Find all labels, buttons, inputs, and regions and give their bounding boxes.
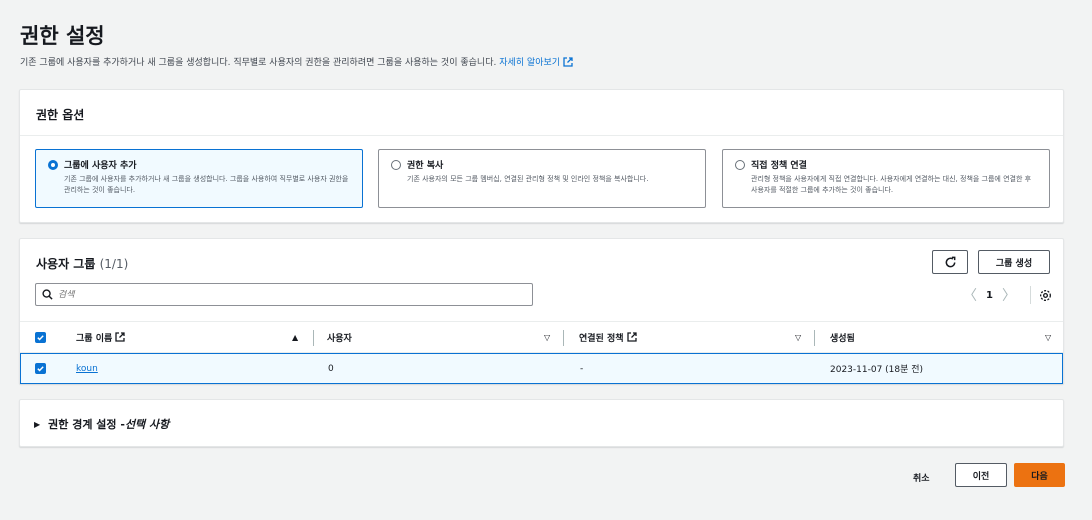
settings-gear-icon[interactable] (1039, 289, 1052, 302)
search-box[interactable] (35, 283, 533, 306)
divider (1029, 286, 1031, 304)
pagination: 〈 1 〉 (957, 285, 1052, 305)
sort-icon[interactable]: ▽ (795, 322, 801, 352)
create-group-button[interactable]: 그룹 생성 (978, 250, 1050, 274)
attached-policies-cell: - (580, 363, 584, 374)
column-created[interactable]: 생성됨 (830, 322, 855, 352)
user-groups-title: 사용자 그룹 (1/1) (36, 255, 128, 272)
caret-right-icon: ▶ (34, 419, 41, 429)
sort-ascending-icon[interactable]: ▲ (292, 322, 298, 352)
option-add-to-group[interactable]: 그룹에 사용자 추가 기존 그룹에 사용자를 추가하거나 새 그룹을 생성합니다… (35, 149, 363, 208)
page-description-text: 기존 그룹에 사용자를 추가하거나 새 그룹을 생성합니다. 직무별로 사용자의… (20, 58, 497, 68)
page-title: 권한 설정 (20, 24, 105, 48)
prev-page-icon[interactable]: 〈 (957, 285, 983, 305)
external-link-icon (563, 57, 573, 67)
search-input[interactable] (58, 289, 518, 300)
boundary-title: 권한 경계 설정 - (48, 418, 125, 431)
group-name-cell: koun (76, 354, 98, 383)
learn-more-label: 자세히 알아보기 (499, 58, 561, 68)
next-button[interactable]: 다음 (1014, 463, 1065, 487)
option-label: 그룹에 사용자 추가 (64, 161, 137, 171)
learn-more-link[interactable]: 자세히 알아보기 (499, 57, 573, 68)
column-divider[interactable] (563, 330, 564, 346)
select-all-checkbox[interactable] (35, 322, 46, 352)
row-checkbox[interactable] (35, 354, 46, 383)
boundary-optional: 선택 사항 (124, 418, 170, 431)
page-description: 기존 그룹에 사용자를 추가하거나 새 그룹을 생성합니다. 직무별로 사용자의… (20, 55, 573, 68)
page-number[interactable]: 1 (983, 290, 996, 301)
next-page-icon[interactable]: 〉 (996, 285, 1022, 305)
page: 권한 설정 기존 그룹에 사용자를 추가하거나 새 그룹을 생성합니다. 직무별… (0, 6, 1082, 520)
radio-selected[interactable] (48, 159, 58, 170)
users-cell: 0 (328, 363, 334, 374)
permissions-boundary-panel[interactable]: ▶ 권한 경계 설정 - 선택 사항 (19, 399, 1064, 447)
user-groups-title-text: 사용자 그룹 (36, 257, 96, 271)
column-users[interactable]: 사용자 (327, 322, 352, 352)
divider (20, 135, 1063, 136)
column-divider[interactable] (814, 330, 815, 346)
external-link-icon (115, 332, 125, 342)
option-copy-permissions[interactable]: 권한 복사 기존 사용자의 모든 그룹 멤버십, 연결된 관리형 정책 및 인라… (378, 149, 706, 208)
option-description: 관리형 정책을 사용자에게 직접 연결합니다. 사용자에게 연결하는 대신, 정… (751, 175, 1032, 194)
option-label: 직접 정책 연결 (751, 161, 807, 171)
user-groups-panel: 사용자 그룹 (1/1) 그룹 생성 〈 1 〉 그룹 이름 ▲ (19, 238, 1064, 384)
permission-options-panel: 권한 옵션 그룹에 사용자 추가 기존 그룹에 사용자를 추가하거나 새 그룹을… (19, 89, 1064, 223)
sort-icon[interactable]: ▽ (544, 322, 550, 352)
refresh-icon (945, 256, 955, 267)
column-label: 연결된 정책 (579, 333, 624, 344)
created-cell: 2023-11-07 (18분 전) (830, 365, 924, 375)
column-attached-policies[interactable]: 연결된 정책 (579, 322, 637, 352)
option-description: 기존 그룹에 사용자를 추가하거나 새 그룹을 생성합니다. 그룹을 사용하여 … (64, 175, 349, 194)
search-icon (42, 289, 53, 300)
permission-options-title: 권한 옵션 (36, 108, 85, 122)
table-header: 그룹 이름 ▲ 사용자 ▽ 연결된 정책 ▽ 생성됨 ▽ (20, 321, 1063, 353)
column-group-name[interactable]: 그룹 이름 (76, 322, 125, 352)
external-link-icon (626, 332, 637, 342)
sort-icon[interactable]: ▽ (1045, 322, 1051, 352)
checkbox-checked-icon (35, 363, 46, 374)
previous-button[interactable]: 이전 (955, 463, 1007, 487)
permissions-boundary-toggle[interactable]: ▶ 권한 경계 설정 - 선택 사항 (34, 416, 169, 432)
radio-unselected[interactable] (391, 159, 401, 170)
option-attach-policies[interactable]: 직접 정책 연결 관리형 정책을 사용자에게 직접 연결합니다. 사용자에게 연… (722, 149, 1050, 208)
group-name-link[interactable]: koun (76, 364, 98, 374)
option-label: 권한 복사 (407, 161, 444, 171)
user-groups-count: (1/1) (99, 257, 129, 271)
radio-unselected[interactable] (735, 159, 745, 170)
option-description: 기존 사용자의 모든 그룹 멤버십, 연결된 관리형 정책 및 인라인 정책을 … (407, 175, 649, 183)
checkbox-checked-icon (35, 331, 46, 343)
table-row[interactable]: koun 0 - 2023-11-07 (18분 전) (20, 353, 1063, 384)
column-divider[interactable] (313, 330, 314, 346)
refresh-button[interactable] (932, 250, 968, 274)
column-label: 그룹 이름 (76, 333, 113, 344)
cancel-button[interactable]: 취소 (913, 471, 930, 484)
